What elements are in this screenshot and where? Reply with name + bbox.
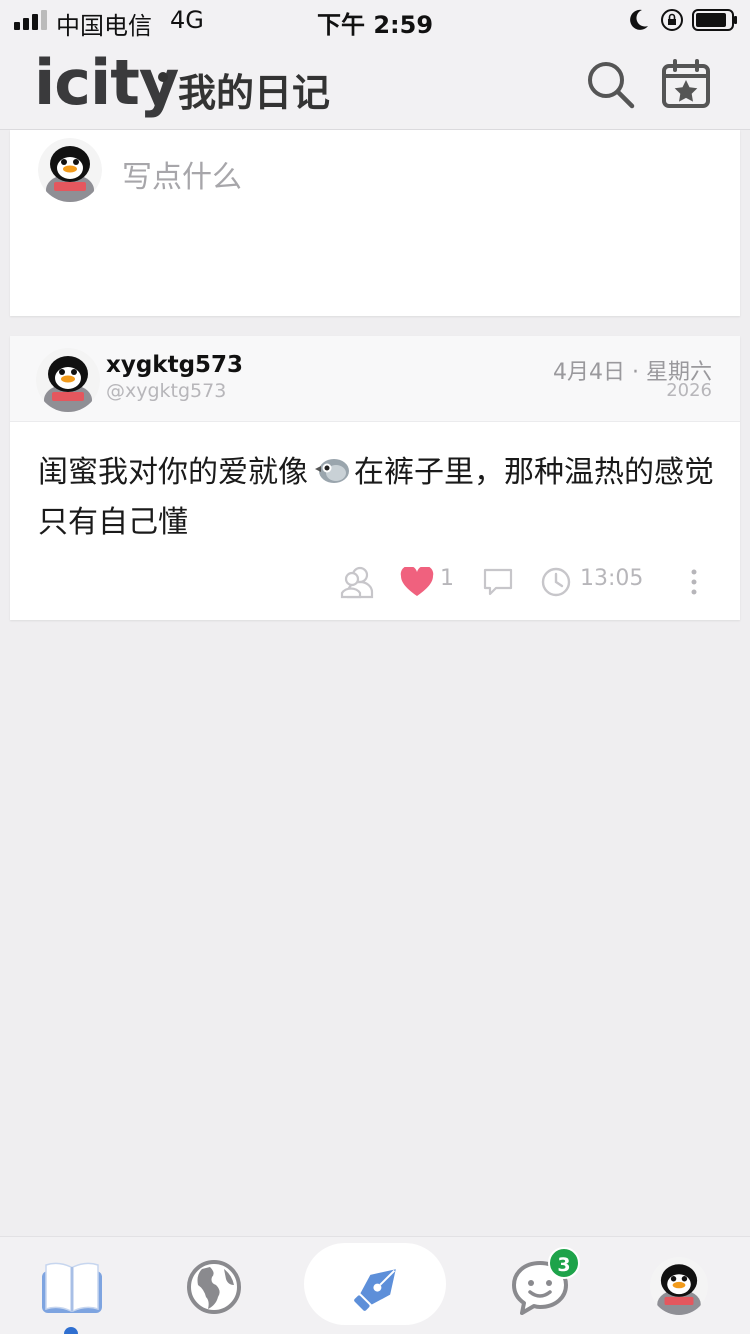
post-text-part-1: 闺蜜我对你的爱就像 [38, 455, 308, 490]
like-count: 1 [440, 566, 454, 591]
rotation-lock-icon [661, 9, 683, 31]
more-options-icon[interactable] [684, 562, 704, 602]
friends-visibility-icon[interactable] [340, 562, 374, 602]
page-title: 我的日记 [178, 71, 331, 115]
diary-book-icon[interactable] [40, 1255, 104, 1319]
search-icon[interactable] [584, 58, 636, 110]
app-logo: icity [34, 46, 179, 119]
header-separator-dot [158, 72, 168, 82]
post-card: xygktg573 @xygktg573 4月4日 · 星期六 2026 闺蜜我… [10, 336, 740, 620]
comment-icon[interactable] [482, 562, 514, 602]
active-tab-indicator [64, 1327, 78, 1334]
post-actions: 1 13:05 [10, 562, 740, 602]
moon-icon [630, 9, 648, 30]
penguin-avatar-icon [36, 348, 100, 412]
profile-avatar[interactable] [650, 1257, 708, 1315]
compose-placeholder[interactable]: 写点什么 [122, 152, 242, 196]
bird-emoji-icon [315, 459, 349, 483]
app-header: icity 我的日记 [0, 40, 750, 130]
clock-icon [540, 562, 572, 602]
calendar-star-icon[interactable] [660, 58, 712, 110]
post-time: 13:05 [580, 566, 644, 591]
avatar[interactable] [36, 348, 100, 412]
post-year: 2026 [666, 380, 712, 401]
status-bar: 中国电信 4G 下午 2:59 [0, 0, 750, 40]
diary-page: 中国电信 4G 下午 2:59 icity 我的日记 写点什么 xygktg57… [0, 0, 750, 1334]
post-text: 闺蜜我对你的爱就像 在裤子里，那种温热的感觉只有自己懂 [38, 448, 718, 548]
bottom-tab-bar: 3 [0, 1236, 750, 1334]
pen-nib-icon[interactable] [344, 1257, 408, 1321]
message-badge: 3 [548, 1247, 580, 1279]
penguin-avatar-icon [38, 138, 102, 202]
post-handle: @xygktg573 [106, 380, 227, 402]
battery-icon [692, 9, 737, 31]
post-username[interactable]: xygktg573 [106, 352, 243, 378]
world-globe-icon[interactable] [182, 1255, 246, 1319]
penguin-avatar-icon [650, 1257, 708, 1315]
avatar [38, 138, 102, 202]
compose-card[interactable]: 写点什么 [10, 130, 740, 316]
like-heart-icon[interactable] [400, 562, 434, 602]
post-header: xygktg573 @xygktg573 4月4日 · 星期六 2026 [10, 336, 740, 422]
